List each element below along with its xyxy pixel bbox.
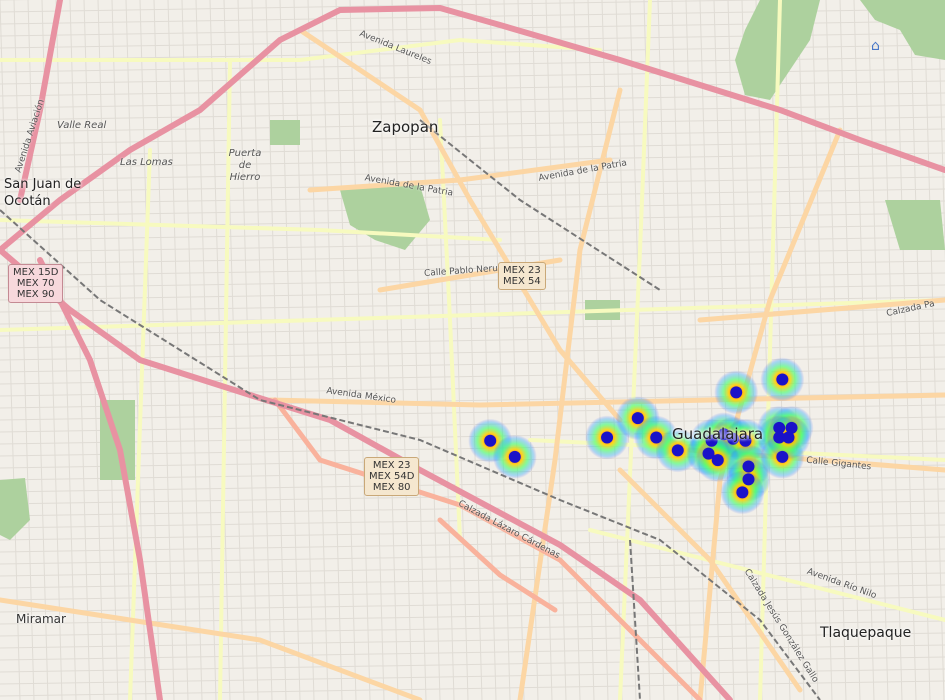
heat-point-marker[interactable] [650, 431, 663, 444]
place-label-miramar: Miramar [16, 612, 66, 626]
heat-point-marker[interactable] [776, 450, 789, 463]
heat-point-marker[interactable] [484, 434, 497, 447]
place-label-las-lomas: Las Lomas [120, 157, 173, 168]
heat-point-marker[interactable] [508, 450, 521, 463]
heat-point-marker[interactable] [782, 431, 795, 444]
heat-point-marker[interactable] [730, 386, 743, 399]
highway-shield-mex-23-south: MEX 23 MEX 54D MEX 80 [364, 457, 420, 496]
place-label-puerta-de-hierro: Puerta de Hierro [228, 148, 262, 183]
heatmap-layer [468, 357, 814, 515]
heat-point-marker[interactable] [601, 431, 614, 444]
heat-point-marker[interactable] [711, 454, 724, 467]
place-label-san-juan-de-ocotan: San Juan de Ocotán [4, 177, 82, 209]
place-label-tlaquepaque: Tlaquepaque [820, 625, 912, 641]
heat-point-marker[interactable] [736, 486, 749, 499]
heat-point-marker[interactable] [671, 444, 684, 457]
map-view[interactable]: Zapopan Guadalajara Tlaquepaque Miramar … [0, 0, 945, 700]
heat-point-marker[interactable] [776, 373, 789, 386]
heat-point-marker[interactable] [631, 412, 644, 425]
place-label-valle-real: Valle Real [57, 120, 107, 131]
highway-shield-mex-23-north: MEX 23 MEX 54 [498, 262, 546, 290]
highway-shield-mex-15d: MEX 15D MEX 70 MEX 90 [8, 264, 64, 303]
heat-point-marker[interactable] [742, 460, 755, 473]
place-label-zapopan: Zapopan [372, 118, 439, 136]
shelter-icon: ⌂ [871, 38, 880, 54]
place-label-guadalajara: Guadalajara [672, 425, 764, 443]
heat-point-marker[interactable] [742, 473, 755, 486]
